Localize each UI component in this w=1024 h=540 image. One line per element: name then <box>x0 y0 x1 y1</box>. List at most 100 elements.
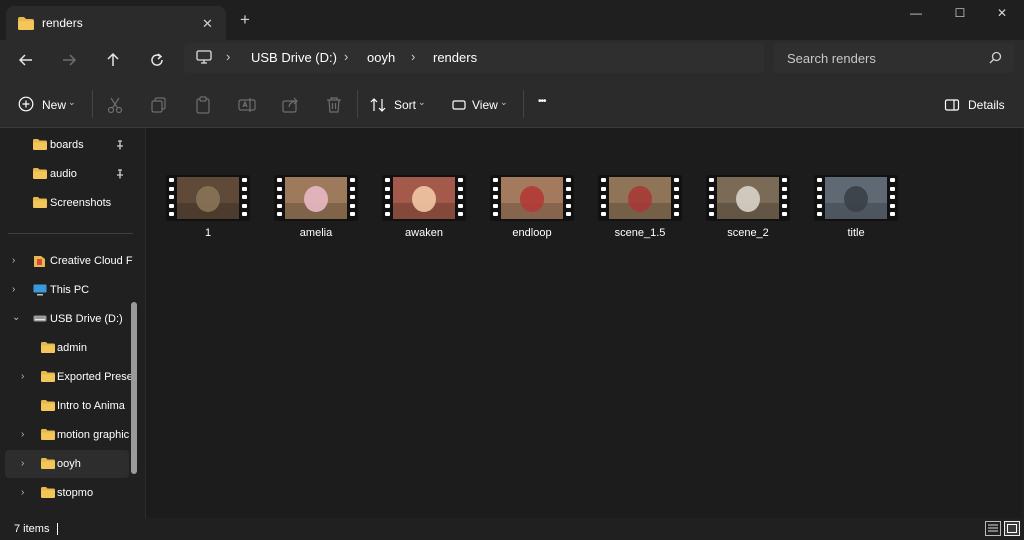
film-sprocket <box>277 212 282 216</box>
chevron-right-icon[interactable]: › <box>21 371 24 382</box>
minimize-button[interactable]: — <box>896 6 936 26</box>
film-sprocket <box>890 178 895 182</box>
film-sprocket <box>169 186 174 191</box>
sidebar-item-exported-presets[interactable]: › Exported Prese <box>2 363 133 391</box>
film-sprocket <box>890 195 895 199</box>
file-name: 1 <box>204 227 212 239</box>
film-sprocket <box>709 178 714 182</box>
film-sprocket <box>242 178 247 182</box>
film-sprocket <box>350 195 355 199</box>
folder-icon <box>41 342 55 353</box>
view-label: View <box>472 98 498 112</box>
paste-icon[interactable] <box>194 96 212 114</box>
view-icon <box>452 100 466 110</box>
thumbnail-image <box>393 177 455 219</box>
thumbnail-frame <box>717 177 779 219</box>
search-icon[interactable] <box>989 51 1002 64</box>
breadcrumb-separator: › <box>344 49 349 64</box>
details-view-toggle[interactable] <box>985 521 1001 536</box>
cut-icon[interactable] <box>106 96 124 114</box>
film-sprocket <box>817 178 822 182</box>
close-button[interactable]: ✕ <box>982 6 1022 26</box>
film-sprocket <box>566 212 571 216</box>
film-sprocket <box>242 203 247 208</box>
file-item[interactable]: 1 <box>163 175 253 245</box>
sidebar-item-motion-graphics[interactable]: › motion graphic <box>2 421 132 449</box>
sidebar-item-this-pc[interactable]: › This PC <box>2 276 132 304</box>
new-tab-button[interactable]: + <box>240 11 250 29</box>
file-item[interactable]: scene_2 <box>703 175 793 245</box>
video-thumbnail <box>166 175 250 221</box>
refresh-icon[interactable] <box>147 50 167 70</box>
thumbnail-view-icon <box>1007 524 1017 533</box>
sort-button[interactable]: Sort ⌄ <box>370 94 430 116</box>
sidebar-item-ooyh[interactable]: › ooyh <box>5 450 129 478</box>
breadcrumb-renders[interactable]: renders <box>433 50 477 65</box>
sidebar-item-audio[interactable]: audio <box>2 160 132 188</box>
film-sprocket <box>566 178 571 182</box>
film-sprocket <box>277 195 282 199</box>
chevron-right-icon[interactable]: › <box>21 458 24 469</box>
file-item[interactable]: title <box>811 175 901 245</box>
film-sprocket <box>817 186 822 191</box>
search-box[interactable]: Search renders <box>774 43 1014 73</box>
share-icon[interactable] <box>282 96 300 114</box>
film-sprocket <box>782 212 787 216</box>
chevron-right-icon[interactable]: › <box>21 429 24 440</box>
details-button[interactable]: Details <box>944 94 1008 116</box>
sidebar-item-boards[interactable]: boards <box>2 131 132 159</box>
tab-close-button[interactable]: ✕ <box>202 16 213 32</box>
address-bar[interactable]: › USB Drive (D:) › ooyh › renders <box>184 43 764 73</box>
breadcrumb-usb-drive[interactable]: USB Drive (D:) <box>251 50 337 65</box>
thumbnail-image <box>177 177 239 219</box>
film-sprocket <box>277 178 282 182</box>
file-item[interactable]: scene_1.5 <box>595 175 685 245</box>
film-sprocket <box>385 186 390 191</box>
sidebar-item-usb-drive[interactable]: ⌄ USB Drive (D:) <box>2 305 132 333</box>
sidebar-item-stopmo[interactable]: › stopmo <box>2 479 132 507</box>
file-item[interactable]: amelia <box>271 175 361 245</box>
file-name: amelia <box>299 227 333 239</box>
title-bar: renders ✕ + — ☐ ✕ <box>0 0 1024 40</box>
film-sprocket <box>601 178 606 182</box>
sidebar-item-creative-cloud[interactable]: › Creative Cloud F <box>2 247 133 275</box>
thumbnail-view-toggle[interactable] <box>1004 521 1020 536</box>
forward-arrow-icon[interactable] <box>59 50 79 70</box>
delete-icon[interactable] <box>325 96 343 114</box>
video-thumbnail <box>814 175 898 221</box>
thumbnail-frame <box>609 177 671 219</box>
chevron-right-icon[interactable]: › <box>12 255 15 266</box>
film-sprocket <box>242 186 247 191</box>
file-item[interactable]: awaken <box>379 175 469 245</box>
new-label: New <box>42 98 67 112</box>
sidebar-item-screenshots[interactable]: Screenshots <box>2 189 132 217</box>
tab-renders[interactable]: renders ✕ <box>6 6 226 40</box>
chevron-right-icon[interactable]: › <box>12 284 15 295</box>
film-sprocket <box>782 186 787 191</box>
sidebar-item-intro-to-animation[interactable]: Intro to Anima <box>2 392 132 420</box>
film-sprocket <box>242 195 247 199</box>
film-sprocket <box>817 195 822 199</box>
sidebar-item-admin[interactable]: admin <box>2 334 132 362</box>
chevron-right-icon[interactable]: › <box>21 487 24 498</box>
file-item[interactable]: endloop <box>487 175 577 245</box>
new-button[interactable]: New ⌄ <box>18 94 80 116</box>
film-sprocket <box>782 203 787 208</box>
thumbnail-frame <box>393 177 455 219</box>
back-arrow-icon[interactable] <box>16 50 36 70</box>
sidebar-scrollbar[interactable] <box>131 302 137 474</box>
sidebar-item-label: This PC <box>50 284 90 296</box>
list-view-icon <box>988 524 998 532</box>
up-arrow-icon[interactable] <box>103 50 123 70</box>
search-input[interactable]: Search renders <box>787 51 876 66</box>
film-sprocket <box>674 186 679 191</box>
film-sprocket <box>277 186 282 191</box>
more-options-button[interactable]: ••• <box>538 96 546 107</box>
breadcrumb-separator: › <box>226 49 231 64</box>
maximize-button[interactable]: ☐ <box>940 6 980 26</box>
breadcrumb-ooyh[interactable]: ooyh <box>367 50 395 65</box>
view-button[interactable]: View ⌄ <box>451 94 515 116</box>
chevron-down-icon[interactable]: ⌄ <box>12 312 20 323</box>
copy-icon[interactable] <box>150 96 168 114</box>
rename-icon[interactable] <box>238 96 256 114</box>
